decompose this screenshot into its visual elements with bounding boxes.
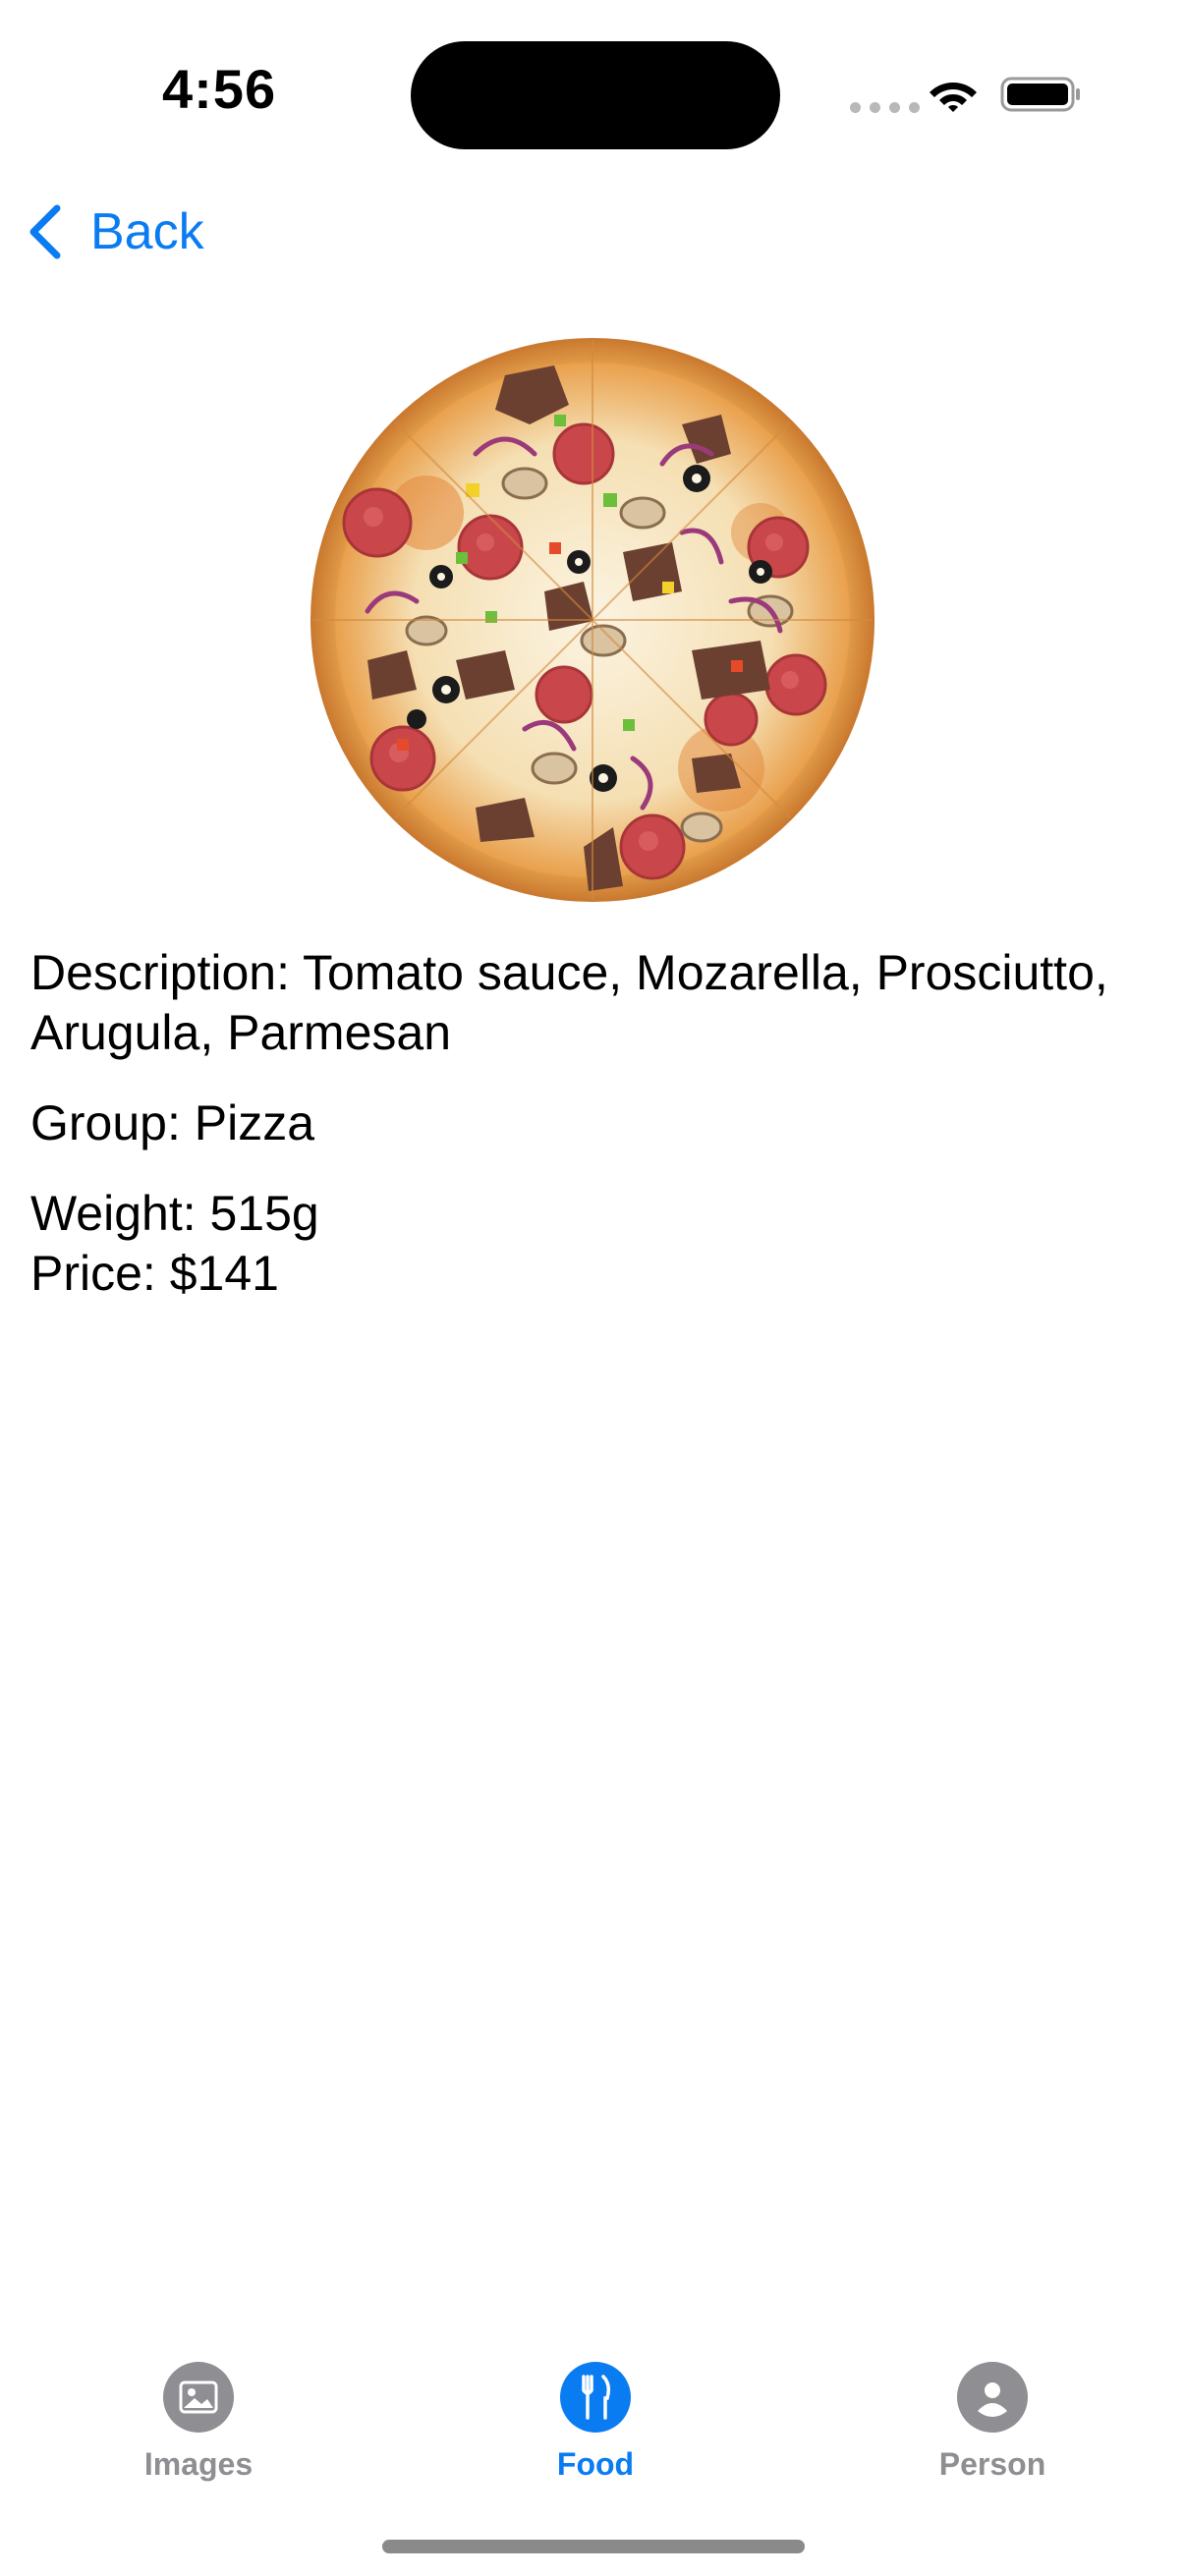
- chevron-left-icon: [29, 204, 61, 259]
- person-icon: [957, 2362, 1028, 2433]
- tab-food-label: Food: [556, 2446, 635, 2482]
- tab-images-label: Images: [143, 2446, 254, 2482]
- back-button-label: Back: [90, 203, 204, 260]
- signal-icon: [850, 102, 920, 113]
- tab-bar: Images Food Person: [0, 2338, 1185, 2515]
- fork-knife-icon: [560, 2362, 631, 2433]
- product-description: Description: Tomato sauce, Mozarella, Pr…: [30, 945, 1108, 1060]
- product-weight: Weight: 515g: [30, 1186, 319, 1241]
- tab-images[interactable]: Images: [81, 2338, 316, 2483]
- product-group: Group: Pizza: [30, 1095, 315, 1150]
- tab-person[interactable]: Person: [875, 2338, 1110, 2483]
- status-time: 4:56: [162, 58, 277, 120]
- home-indicator[interactable]: [382, 2540, 805, 2553]
- pizza-image: [310, 338, 875, 902]
- photo-icon: [163, 2362, 234, 2433]
- product-price: Price: $141: [30, 1246, 279, 1301]
- wifi-icon: [930, 83, 977, 112]
- battery-icon: [1000, 77, 1080, 112]
- status-bar: 4:56: [0, 0, 1185, 187]
- back-button[interactable]: Back: [26, 196, 204, 267]
- product-details: Description: Tomato sauce, Mozarella, Pr…: [30, 943, 1160, 1304]
- tab-person-label: Person: [938, 2446, 1046, 2482]
- dynamic-island: [411, 41, 780, 149]
- tab-food[interactable]: Food: [478, 2338, 713, 2483]
